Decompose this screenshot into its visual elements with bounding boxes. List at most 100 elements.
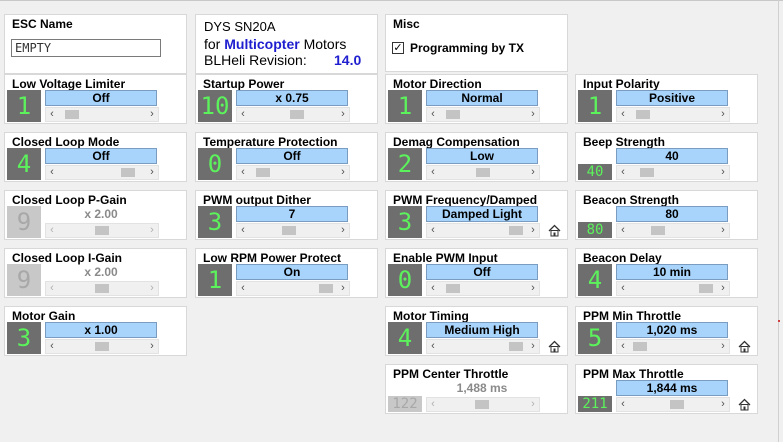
enable-pwm-input-value: Off (426, 264, 538, 280)
enable-pwm-input-slider-right-icon[interactable]: › (527, 282, 539, 295)
closed-loop-i-gain-slider: ‹ › (45, 281, 159, 296)
startup-power-title: Startup Power (203, 77, 285, 91)
motor-direction-slider[interactable]: ‹ › (426, 107, 540, 122)
motor-direction-slider-right-icon[interactable]: › (527, 108, 539, 121)
demag-compensation-panel: Demag Compensation 2 Low ‹ › (385, 132, 568, 182)
temperature-protection-slider-thumb[interactable] (256, 168, 270, 177)
temperature-protection-slider-right-icon[interactable]: › (337, 166, 349, 179)
pwm-output-dither-slider-left-icon[interactable]: ‹ (237, 224, 249, 237)
ppm-min-throttle-slider[interactable]: ‹ › (616, 339, 730, 354)
ppm-max-throttle-slider-thumb[interactable] (670, 400, 684, 409)
beep-strength-slider[interactable]: ‹ › (616, 165, 730, 180)
temperature-protection-value: Off (236, 148, 348, 164)
demag-compensation-slider[interactable]: ‹ › (426, 165, 540, 180)
ppm-max-throttle-slider[interactable]: ‹ › (616, 397, 730, 412)
ppm-max-throttle-home-icon[interactable] (738, 398, 751, 411)
closed-loop-mode-slider-right-icon[interactable]: › (146, 166, 158, 179)
motor-timing-slider-right-icon[interactable]: › (527, 340, 539, 353)
closed-loop-mode-slider[interactable]: ‹ › (45, 165, 159, 180)
pwm-output-dither-slider-thumb[interactable] (282, 226, 296, 235)
closed-loop-p-gain-value: x 2.00 (84, 207, 118, 221)
low-voltage-limiter-slider-thumb[interactable] (65, 110, 79, 119)
motor-gain-slider-left-icon[interactable]: ‹ (46, 340, 58, 353)
motor-gain-slider[interactable]: ‹ › (45, 339, 159, 354)
input-polarity-slider-left-icon[interactable]: ‹ (617, 108, 629, 121)
input-polarity-title: Input Polarity (583, 77, 660, 91)
beacon-delay-slider-right-icon[interactable]: › (717, 282, 729, 295)
ppm-min-throttle-slider-left-icon[interactable]: ‹ (617, 340, 629, 353)
input-polarity-slider[interactable]: ‹ › (616, 107, 730, 122)
motor-gain-digit: 3 (7, 322, 41, 354)
beacon-delay-slider-left-icon[interactable]: ‹ (617, 282, 629, 295)
closed-loop-mode-slider-left-icon[interactable]: ‹ (46, 166, 58, 179)
demag-compensation-title: Demag Compensation (393, 135, 520, 149)
pwm-frequency-damped-slider-thumb[interactable] (509, 226, 523, 235)
temperature-protection-panel: Temperature Protection 0 Off ‹ › (195, 132, 378, 182)
motor-timing-slider-left-icon[interactable]: ‹ (427, 340, 439, 353)
closed-loop-mode-slider-thumb[interactable] (121, 168, 135, 177)
low-voltage-limiter-slider-right-icon[interactable]: › (146, 108, 158, 121)
motor-gain-slider-thumb[interactable] (95, 342, 109, 351)
beep-strength-slider-thumb[interactable] (640, 168, 654, 177)
beep-strength-slider-right-icon[interactable]: › (717, 166, 729, 179)
pwm-frequency-damped-slider[interactable]: ‹ › (426, 223, 540, 238)
beacon-strength-slider[interactable]: ‹ › (616, 223, 730, 238)
motor-direction-title: Motor Direction (393, 77, 482, 91)
motor-direction-slider-left-icon[interactable]: ‹ (427, 108, 439, 121)
closed-loop-mode-panel: Closed Loop Mode 4 Off ‹ › (4, 132, 187, 182)
beacon-delay-slider[interactable]: ‹ › (616, 281, 730, 296)
esc-name-panel: ESC Name EMPTY (4, 14, 187, 74)
ppm-min-throttle-home-icon[interactable] (738, 340, 751, 353)
startup-power-slider[interactable]: ‹ › (236, 107, 350, 122)
low-rpm-power-protect-slider[interactable]: ‹ › (236, 281, 350, 296)
enable-pwm-input-slider-thumb[interactable] (446, 284, 460, 293)
demag-compensation-slider-right-icon[interactable]: › (527, 166, 539, 179)
motor-timing-slider-thumb[interactable] (509, 342, 523, 351)
ppm-min-throttle-slider-right-icon[interactable]: › (717, 340, 729, 353)
esc-name-field[interactable]: EMPTY (11, 39, 161, 57)
beacon-strength-slider-left-icon[interactable]: ‹ (617, 224, 629, 237)
ppm-min-throttle-title: PPM Min Throttle (583, 309, 681, 323)
input-polarity-slider-thumb[interactable] (636, 110, 650, 119)
beacon-delay-slider-thumb[interactable] (699, 284, 713, 293)
beacon-strength-slider-right-icon[interactable]: › (717, 224, 729, 237)
low-rpm-power-protect-slider-left-icon[interactable]: ‹ (237, 282, 249, 295)
input-polarity-slider-right-icon[interactable]: › (717, 108, 729, 121)
motor-timing-home-icon[interactable] (548, 340, 561, 353)
pwm-output-dither-slider-right-icon[interactable]: › (337, 224, 349, 237)
motor-direction-slider-thumb[interactable] (446, 110, 460, 119)
motor-timing-slider[interactable]: ‹ › (426, 339, 540, 354)
esc-target: Multicopter (224, 36, 300, 52)
enable-pwm-input-panel: Enable PWM Input 0 Off ‹ › (385, 248, 568, 298)
ppm-max-throttle-slider-left-icon[interactable]: ‹ (617, 398, 629, 411)
closed-loop-p-gain-panel: Closed Loop P-Gain 9 x 2.00 ‹ › (4, 190, 187, 240)
pwm-output-dither-title: PWM output Dither (203, 193, 311, 207)
beacon-strength-slider-thumb[interactable] (651, 226, 665, 235)
ppm-min-throttle-panel: PPM Min Throttle 5 1,020 ms ‹ › (575, 306, 758, 356)
motor-gain-slider-right-icon[interactable]: › (146, 340, 158, 353)
demag-compensation-slider-left-icon[interactable]: ‹ (427, 166, 439, 179)
esc-target-line: for Multicopter Motors (204, 36, 346, 52)
ppm-max-throttle-slider-right-icon[interactable]: › (717, 398, 729, 411)
temperature-protection-slider[interactable]: ‹ › (236, 165, 350, 180)
programming-by-tx-checkbox[interactable]: ✓ (392, 42, 404, 54)
low-voltage-limiter-slider-left-icon[interactable]: ‹ (46, 108, 58, 121)
pwm-frequency-damped-slider-right-icon[interactable]: › (527, 224, 539, 237)
demag-compensation-slider-thumb[interactable] (476, 168, 490, 177)
low-rpm-power-protect-slider-right-icon[interactable]: › (337, 282, 349, 295)
startup-power-slider-thumb[interactable] (290, 110, 304, 119)
startup-power-slider-left-icon[interactable]: ‹ (237, 108, 249, 121)
closed-loop-mode-value: Off (45, 148, 157, 164)
startup-power-slider-right-icon[interactable]: › (337, 108, 349, 121)
enable-pwm-input-slider-left-icon[interactable]: ‹ (427, 282, 439, 295)
low-voltage-limiter-slider[interactable]: ‹ › (45, 107, 159, 122)
temperature-protection-slider-left-icon[interactable]: ‹ (237, 166, 249, 179)
pwm-output-dither-slider[interactable]: ‹ › (236, 223, 350, 238)
pwm-frequency-damped-slider-left-icon[interactable]: ‹ (427, 224, 439, 237)
ppm-min-throttle-slider-thumb[interactable] (633, 342, 647, 351)
beep-strength-slider-left-icon[interactable]: ‹ (617, 166, 629, 179)
pwm-frequency-damped-home-icon[interactable] (548, 224, 561, 237)
enable-pwm-input-slider[interactable]: ‹ › (426, 281, 540, 296)
closed-loop-i-gain-digit: 9 (7, 264, 41, 296)
low-rpm-power-protect-slider-thumb[interactable] (319, 284, 333, 293)
